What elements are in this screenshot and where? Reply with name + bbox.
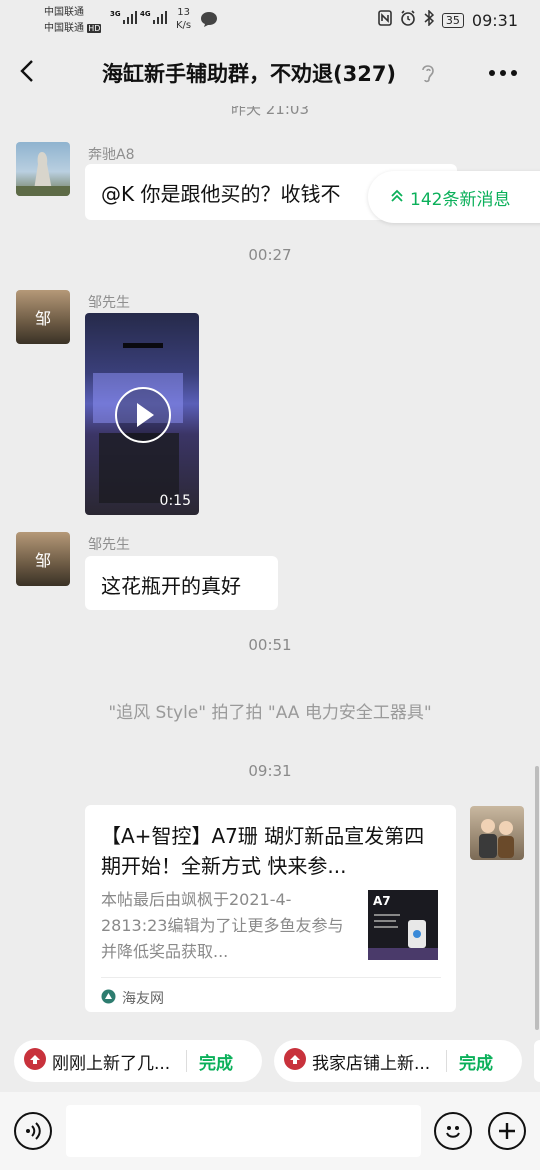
plus-icon[interactable] [488,1112,526,1150]
chip-divider [446,1050,447,1072]
card-divider [101,977,441,978]
video-duration: 0:15 [159,493,191,509]
emoji-icon[interactable] [434,1112,472,1150]
avatar-char: 邹 [34,309,51,328]
status-bar: 中国联通 中国联通 HD 3G 4G 13 K/s 35 09:31 [0,0,540,40]
chat-notification-icon [200,11,218,31]
input-bar [0,1092,540,1170]
chat-title: 海缸新手辅助群，不劝退(327) [102,62,397,86]
play-icon[interactable] [115,387,171,443]
source-logo-icon [101,989,116,1008]
carrier-2-label: 中国联通 [44,23,84,34]
hd-badge: HD [87,24,102,33]
new-messages-indicator[interactable]: 142条新消息 [368,171,540,223]
complete-button[interactable]: 完成 [459,1049,493,1074]
quick-chip[interactable]: 我家店铺上新... 完成 [274,1040,522,1082]
signal-strength-2-icon: 4G [140,10,169,24]
bluetooth-icon [424,9,434,30]
avatar[interactable]: 邹 [16,532,70,586]
sender-name: 邹先生 [88,537,130,553]
sender-name: 奔驰A8 [88,147,135,163]
system-message: "追风 Style" 拍了拍 "AA 电力安全工器具" [108,703,432,723]
carrier-2: 中国联通 HD [44,22,102,35]
new-messages-label: 142条新消息 [410,189,511,210]
chat-header: 海缸新手辅助群，不劝退(327) [0,40,540,106]
battery-icon: 35 [441,12,464,28]
quick-chip-partial[interactable] [534,1040,540,1082]
carrier-1: 中国联通 [44,7,84,18]
network-speed-value: 13 [177,7,190,18]
more-options-icon[interactable] [488,58,518,83]
avatar[interactable] [16,142,70,196]
timestamp: 09:31 [248,762,292,780]
quick-chip-text: 我家店铺上新... [312,1053,431,1074]
alarm-icon [400,10,416,30]
double-chevron-up-icon [390,188,404,207]
avatar[interactable]: 邹 [16,290,70,344]
timestamp-partial: 昨天 21:03 [231,106,309,118]
message-text: @K 你是跟他买的？收钱不 [101,182,341,206]
signal-1-network-tag: 3G [110,10,121,18]
signal-strength-1-icon: 3G [110,10,139,24]
shop-icon [284,1048,306,1074]
video-message[interactable]: 0:15 [85,313,199,515]
message-input[interactable] [66,1105,421,1157]
complete-button[interactable]: 完成 [199,1049,233,1074]
source-name: 海友网 [122,991,164,1007]
scrollbar[interactable] [535,766,539,1030]
network-speed: 13 K/s [176,6,191,32]
signal-2-network-tag: 4G [140,10,151,18]
link-card[interactable]: 【A+智控】A7珊 瑚灯新品宣发第四期开始！全新方式 快来参... 本帖最后由飒… [85,805,456,1012]
avatar-char: 邹 [34,551,51,570]
card-description: 本帖最后由飒枫于2021-4-2813:23编辑为了让更多鱼友参与并降低奖品获取… [101,890,344,961]
quick-chip-text: 刚刚上新了几... [52,1053,171,1074]
network-speed-unit: K/s [176,20,192,31]
card-title: 【A+智控】A7珊 瑚灯新品宣发第四期开始！全新方式 快来参... [101,824,425,878]
quick-chip[interactable]: 刚刚上新了几... 完成 [14,1040,262,1082]
chip-divider [186,1050,187,1072]
clock-time: 09:31 [471,10,518,30]
timestamp: 00:27 [248,246,292,264]
card-thumbnail: A7 [368,890,438,960]
mute-ear-icon [420,62,436,88]
sender-name: 邹先生 [88,295,130,311]
timestamp: 00:51 [248,636,292,654]
status-right: 35 09:31 [378,9,518,30]
voice-input-icon[interactable] [14,1112,52,1150]
avatar-self[interactable] [470,806,524,860]
message-bubble[interactable]: 这花瓶开的真好 [85,556,278,610]
nfc-icon [378,10,392,30]
message-text: 这花瓶开的真好 [101,574,241,598]
card-source: 海友网 [101,988,164,1008]
shop-icon [24,1048,46,1074]
quick-action-bar: 刚刚上新了几... 完成 我家店铺上新... 完成 [0,1030,540,1092]
back-icon[interactable] [14,56,44,86]
